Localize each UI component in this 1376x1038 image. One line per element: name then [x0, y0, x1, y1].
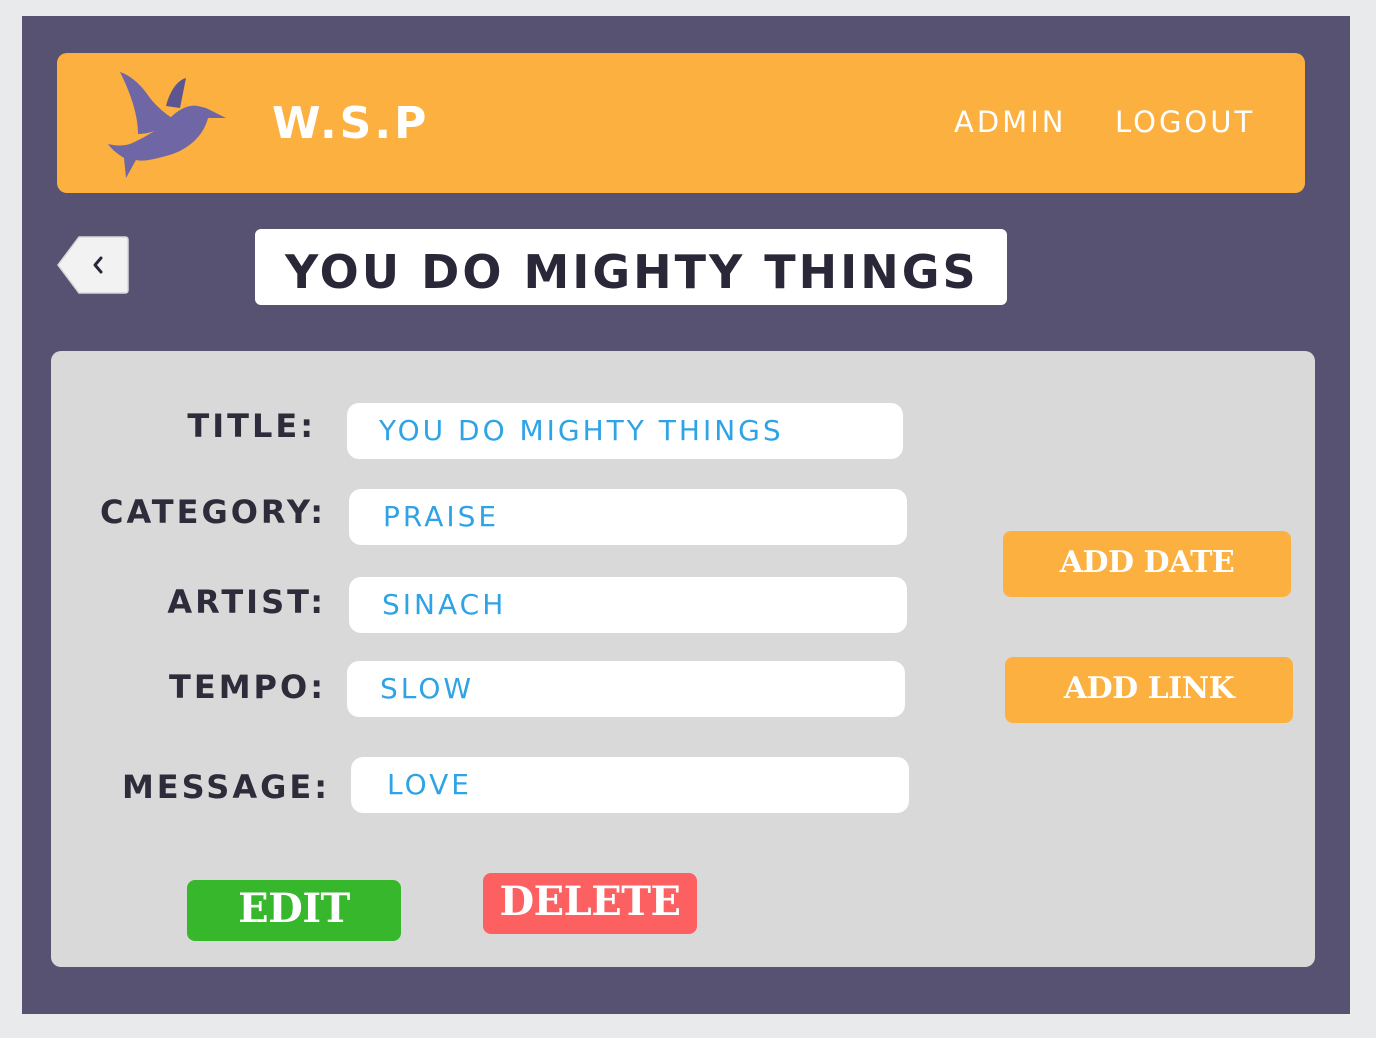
- message-field[interactable]: LOVE: [351, 757, 909, 813]
- title-field[interactable]: YOU DO MIGHTY THINGS: [347, 403, 903, 459]
- page-title: YOU DO MIGHTY THINGS: [255, 229, 1007, 305]
- edit-button[interactable]: EDIT: [187, 880, 401, 941]
- category-field[interactable]: PRAISE: [349, 489, 907, 545]
- category-label: CATEGORY:: [100, 493, 326, 531]
- logout-link[interactable]: LOGOUT: [1115, 104, 1255, 140]
- tempo-field[interactable]: SLOW: [347, 661, 905, 717]
- artist-label: ARTIST:: [167, 583, 326, 621]
- dove-icon: [108, 72, 226, 178]
- message-label: MESSAGE:: [121, 768, 330, 806]
- brand-name: W.S.P: [272, 98, 430, 149]
- title-label: TITLE:: [187, 407, 316, 445]
- admin-link[interactable]: ADMIN: [954, 104, 1066, 140]
- add-date-button[interactable]: ADD DATE: [1003, 531, 1291, 597]
- add-link-button[interactable]: ADD LINK: [1005, 657, 1293, 723]
- delete-button[interactable]: DELETE: [483, 873, 697, 934]
- artist-field[interactable]: SINACH: [349, 577, 907, 633]
- back-button[interactable]: [57, 236, 129, 294]
- tempo-label: TEMPO:: [169, 668, 326, 706]
